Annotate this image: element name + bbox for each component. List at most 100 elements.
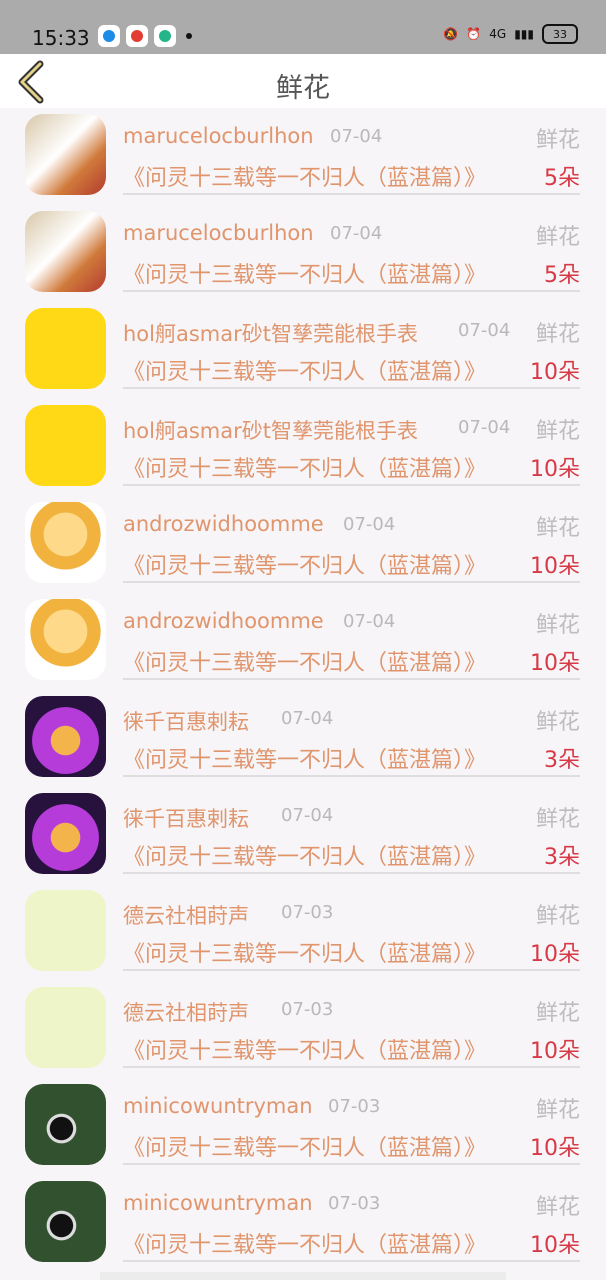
flower-count: 10朵 — [530, 942, 580, 967]
status-time: 15:33 — [32, 26, 90, 50]
gift-type: 鲜花 — [535, 1195, 580, 1220]
flower-count: 10朵 — [530, 651, 580, 676]
avatar — [25, 890, 106, 971]
gift-type: 鲜花 — [535, 322, 580, 347]
gift-type: 鲜花 — [535, 1098, 580, 1123]
date: 07-04 — [458, 320, 511, 341]
date: 07-03 — [328, 1193, 381, 1214]
gift-type: 鲜花 — [535, 710, 580, 735]
mute-icon: 🔕 — [443, 27, 459, 41]
header: 鲜花 — [0, 54, 606, 108]
list-item[interactable]: hol舸asmar砂t智孳莞能根手表 07-04 鲜花 《问灵十三载等一不归人（… — [0, 399, 606, 496]
list-item[interactable]: marucelocburlhon 07-04 鲜花 《问灵十三载等一不归人（蓝湛… — [0, 205, 606, 302]
app-notification-icon — [98, 25, 120, 47]
divider — [123, 1066, 580, 1068]
list-item[interactable]: minicowuntryman 07-03 鲜花 《问灵十三载等一不归人（蓝湛篇… — [0, 1078, 606, 1175]
flower-count: 5朵 — [544, 263, 580, 288]
gift-type: 鲜花 — [535, 904, 580, 929]
list-item[interactable]: 徕千百惠剌耘 07-04 鲜花 《问灵十三载等一不归人（蓝湛篇）》 3朵 — [0, 690, 606, 787]
divider — [123, 193, 580, 195]
avatar — [25, 308, 106, 389]
alarm-icon: ⏰ — [466, 27, 482, 41]
more-dot-icon — [186, 33, 192, 39]
list-item[interactable]: 徕千百惠剌耘 07-04 鲜花 《问灵十三载等一不归人（蓝湛篇）》 3朵 — [0, 787, 606, 884]
avatar — [25, 987, 106, 1068]
date: 07-04 — [458, 417, 511, 438]
avatar — [25, 1181, 106, 1262]
date: 07-04 — [281, 805, 334, 826]
flower-count: 10朵 — [530, 457, 580, 482]
avatar — [25, 1084, 106, 1165]
book-title: 《问灵十三载等一不归人（蓝湛篇）》 — [123, 1233, 487, 1258]
list-item[interactable]: androzwidhoomme 07-04 鲜花 《问灵十三载等一不归人（蓝湛篇… — [0, 496, 606, 593]
date: 07-04 — [330, 223, 383, 244]
divider — [123, 581, 580, 583]
user-name: marucelocburlhon — [123, 221, 314, 245]
date: 07-04 — [281, 708, 334, 729]
date: 07-03 — [328, 1096, 381, 1117]
user-name: hol舸asmar砂t智孳莞能根手表 — [123, 322, 418, 346]
gift-type: 鲜花 — [535, 807, 580, 832]
status-app-icons — [98, 25, 192, 47]
app-notification-icon — [154, 25, 176, 47]
list-item[interactable]: androzwidhoomme 07-04 鲜花 《问灵十三载等一不归人（蓝湛篇… — [0, 593, 606, 690]
avatar — [25, 696, 106, 777]
signal-icon: ▮▮▮ — [514, 27, 534, 41]
gift-type: 鲜花 — [535, 225, 580, 250]
date: 07-03 — [281, 999, 334, 1020]
status-right: 🔕 ⏰ 4G ▮▮▮ 33 — [443, 24, 578, 44]
user-name: marucelocburlhon — [123, 124, 314, 148]
list-item[interactable]: hol舸asmar砂t智孳莞能根手表 07-04 鲜花 《问灵十三载等一不归人（… — [0, 302, 606, 399]
book-title: 《问灵十三载等一不归人（蓝湛篇）》 — [123, 748, 487, 773]
book-title: 《问灵十三载等一不归人（蓝湛篇）》 — [123, 942, 487, 967]
flower-count: 10朵 — [530, 1233, 580, 1258]
list-item[interactable]: 德云社相莳声 07-03 鲜花 《问灵十三载等一不归人（蓝湛篇）》 10朵 — [0, 981, 606, 1078]
user-name: androzwidhoomme — [123, 512, 324, 536]
divider — [123, 872, 580, 874]
date: 07-04 — [343, 611, 396, 632]
gift-type: 鲜花 — [535, 419, 580, 444]
book-title: 《问灵十三载等一不归人（蓝湛篇）》 — [123, 166, 487, 191]
avatar — [25, 502, 106, 583]
user-name: hol舸asmar砂t智孳莞能根手表 — [123, 419, 418, 443]
flower-count: 10朵 — [530, 1039, 580, 1064]
gift-type: 鲜花 — [535, 128, 580, 153]
book-title: 《问灵十三载等一不归人（蓝湛篇）》 — [123, 457, 487, 482]
battery-icon: 33 — [542, 24, 578, 44]
avatar — [25, 114, 106, 195]
book-title: 《问灵十三载等一不归人（蓝湛篇）》 — [123, 360, 487, 385]
user-name: minicowuntryman — [123, 1191, 313, 1215]
user-name: minicowuntryman — [123, 1094, 313, 1118]
user-name: 德云社相莳声 — [123, 1001, 249, 1025]
list-item[interactable]: marucelocburlhon 07-04 鲜花 《问灵十三载等一不归人（蓝湛… — [0, 108, 606, 205]
gift-type: 鲜花 — [535, 1001, 580, 1026]
avatar — [25, 211, 106, 292]
date: 07-03 — [281, 902, 334, 923]
divider — [123, 678, 580, 680]
book-title: 《问灵十三载等一不归人（蓝湛篇）》 — [123, 554, 487, 579]
list-item[interactable]: 德云社相莳声 07-03 鲜花 《问灵十三载等一不归人（蓝湛篇）》 10朵 — [0, 884, 606, 981]
list-item[interactable]: minicowuntryman 07-03 鲜花 《问灵十三载等一不归人（蓝湛篇… — [0, 1175, 606, 1272]
avatar — [25, 793, 106, 874]
app-notification-icon — [126, 25, 148, 47]
book-title: 《问灵十三载等一不归人（蓝湛篇）》 — [123, 651, 487, 676]
book-title: 《问灵十三载等一不归人（蓝湛篇）》 — [123, 263, 487, 288]
network-label: 4G — [489, 27, 507, 41]
flower-count: 10朵 — [530, 1136, 580, 1161]
book-title: 《问灵十三载等一不归人（蓝湛篇）》 — [123, 845, 487, 870]
gift-type: 鲜花 — [535, 516, 580, 541]
flower-count: 10朵 — [530, 554, 580, 579]
gift-type: 鲜花 — [535, 613, 580, 638]
avatar — [25, 599, 106, 680]
book-title: 《问灵十三载等一不归人（蓝湛篇）》 — [123, 1136, 487, 1161]
divider — [123, 1260, 580, 1262]
divider — [123, 1163, 580, 1165]
flower-count: 10朵 — [530, 360, 580, 385]
user-name: androzwidhoomme — [123, 609, 324, 633]
divider — [123, 969, 580, 971]
user-name: 徕千百惠剌耘 — [123, 710, 249, 734]
book-title: 《问灵十三载等一不归人（蓝湛篇）》 — [123, 1039, 487, 1064]
flower-count: 5朵 — [544, 166, 580, 191]
divider — [123, 484, 580, 486]
avatar — [25, 405, 106, 486]
